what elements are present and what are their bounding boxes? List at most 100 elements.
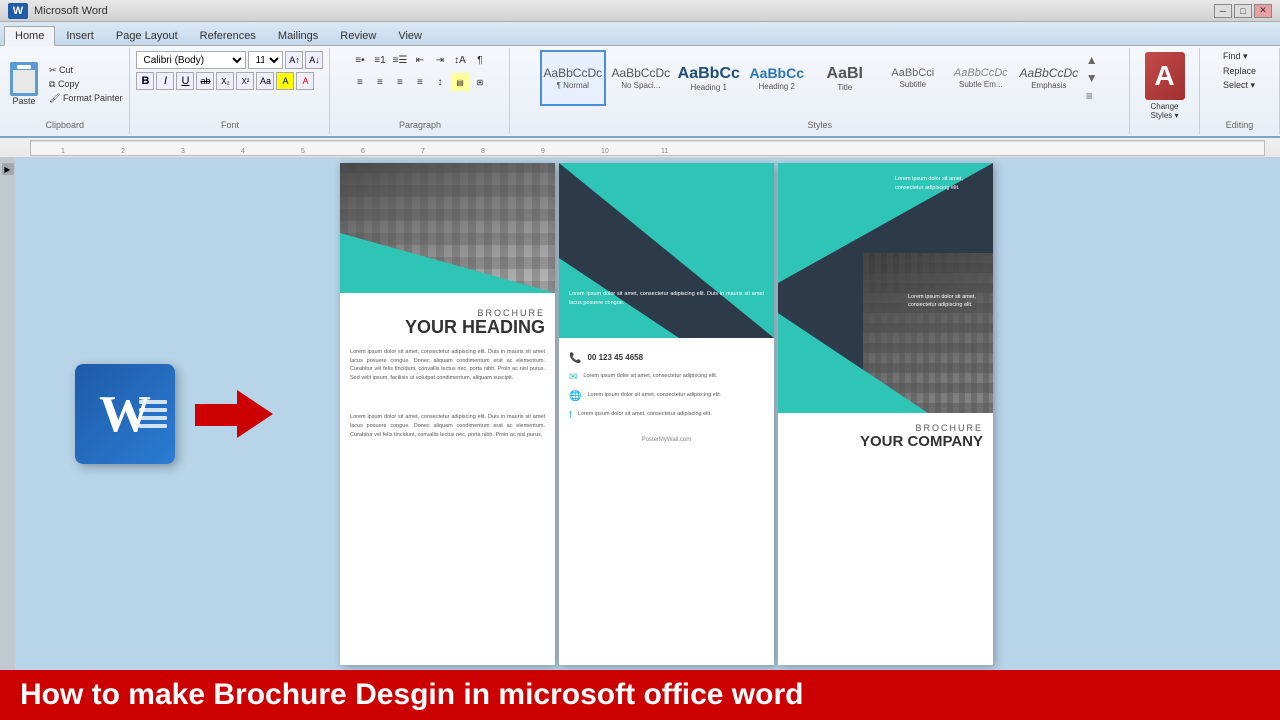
- borders-button[interactable]: ⊞: [471, 73, 489, 91]
- font-size-select[interactable]: 11: [248, 51, 283, 69]
- svg-text:10: 10: [601, 148, 609, 155]
- page1-body-text: Lorem ipsum dolor sit amet, consectetur …: [340, 343, 555, 388]
- page2-contact-section: 📞 00 123 45 4658 ✉ Lorem ipsum dolor sit…: [559, 338, 774, 434]
- select-button[interactable]: Select ▾: [1220, 79, 1258, 92]
- align-center-button[interactable]: ≡: [371, 73, 389, 91]
- teal-bottom-left: [778, 313, 928, 413]
- clipboard-label: Clipboard: [45, 118, 84, 132]
- style-emphasis-preview: AaBbCcDc: [1019, 66, 1078, 80]
- style-emphasis[interactable]: AaBbCcDc Emphasis: [1016, 50, 1082, 106]
- styles-label: Styles: [807, 118, 832, 132]
- phone-info: 00 123 45 4658: [587, 353, 643, 362]
- word-logo-line: [139, 408, 167, 412]
- style-emphasis-label: Emphasis: [1031, 81, 1066, 90]
- clipboard-small-buttons: ✂ Cut ⧉ Copy 🖌 Format Painter: [46, 64, 125, 105]
- align-right-button[interactable]: ≡: [391, 73, 409, 91]
- page1-body-text2: Lorem ipsum dolor sit amet, consectetur …: [340, 408, 555, 444]
- page3-company-name: YOUR COMPANY: [788, 433, 983, 450]
- strikethrough-button[interactable]: ab: [196, 72, 214, 90]
- font-color-button[interactable]: A: [296, 72, 314, 90]
- clipboard-group: Paste ✂ Cut ⧉ Copy 🖌 Format Painter Clip…: [0, 48, 130, 134]
- replace-button[interactable]: Replace: [1220, 65, 1259, 77]
- increase-indent-button[interactable]: ⇥: [431, 51, 449, 69]
- ruler: 12 34 56 78 910 11: [0, 138, 1280, 158]
- show-hide-button[interactable]: ¶: [471, 51, 489, 69]
- style-subtitle-label: Subtitle: [899, 80, 926, 89]
- style-subtle-emphasis-label: Subtle Em...: [959, 80, 1003, 89]
- change-styles-button[interactable]: A ChangeStyles ▾: [1137, 50, 1193, 122]
- email-icon: ✉: [569, 372, 577, 383]
- cut-button[interactable]: ✂ Cut: [46, 64, 125, 77]
- page3-top-text: Lorem ipsum dolor sit amet, consectetur …: [895, 175, 985, 193]
- editing-group: Find ▾ Replace Select ▾ Editing: [1200, 48, 1280, 134]
- format-painter-button[interactable]: 🖌 Format Painter: [46, 92, 125, 105]
- change-styles-icon: A: [1145, 52, 1185, 100]
- brochure-container: BROCHURE YOUR HEADING Lorem ipsum dolor …: [340, 163, 993, 665]
- social-icon: f: [569, 410, 572, 421]
- maximize-button[interactable]: □: [1234, 4, 1252, 18]
- arrow-head: [237, 390, 273, 438]
- style-no-spacing[interactable]: AaBbCcDc No Spaci...: [608, 50, 674, 106]
- clear-format-button[interactable]: Aa: [256, 72, 274, 90]
- font-name-row: Calibri (Body) 11 A↑ A↓: [136, 51, 323, 69]
- tab-view[interactable]: View: [387, 26, 433, 45]
- page1-heading-area: BROCHURE YOUR HEADING: [340, 293, 555, 343]
- tab-page-layout[interactable]: Page Layout: [105, 26, 189, 45]
- style-normal[interactable]: AaBbCcDc ¶ Normal: [540, 50, 606, 106]
- tab-references[interactable]: References: [189, 26, 267, 45]
- style-heading1-label: Heading 1: [691, 83, 727, 92]
- multilevel-button[interactable]: ≡☰: [391, 51, 409, 69]
- italic-button[interactable]: I: [156, 72, 174, 90]
- align-left-button[interactable]: ≡: [351, 73, 369, 91]
- decrease-indent-button[interactable]: ⇤: [411, 51, 429, 69]
- find-button[interactable]: Find ▾: [1220, 50, 1251, 63]
- font-format-row: B I U ab X₂ X² Aa A A: [136, 72, 314, 90]
- line-spacing-button[interactable]: ↕: [431, 73, 449, 91]
- styles-more[interactable]: ≡: [1084, 87, 1100, 105]
- style-title[interactable]: AaBI Title: [812, 50, 878, 106]
- sidebar-left-btn[interactable]: ▶: [2, 163, 14, 175]
- minimize-button[interactable]: ─: [1214, 4, 1232, 18]
- justify-button[interactable]: ≡: [411, 73, 429, 91]
- style-subtle-emphasis[interactable]: AaBbCcDc Subtle Em...: [948, 50, 1014, 106]
- bullets-button[interactable]: ≡•: [351, 51, 369, 69]
- title-bar-left: W Microsoft Word: [8, 3, 108, 19]
- copy-button[interactable]: ⧉ Copy: [46, 78, 125, 91]
- phone-icon: 📞: [569, 353, 581, 364]
- bold-button[interactable]: B: [136, 72, 154, 90]
- postermywall-label: PosterMyWall.com: [559, 434, 774, 446]
- superscript-button[interactable]: X²: [236, 72, 254, 90]
- numbering-button[interactable]: ≡1: [371, 51, 389, 69]
- web-icon: 🌐: [569, 391, 581, 402]
- tab-review[interactable]: Review: [329, 26, 387, 45]
- close-button[interactable]: ✕: [1254, 4, 1272, 18]
- svg-text:11: 11: [661, 148, 668, 155]
- style-no-spacing-preview: AaBbCcDc: [611, 66, 670, 80]
- tab-home[interactable]: Home: [4, 26, 55, 46]
- page1-building-image: [340, 163, 555, 293]
- sort-button[interactable]: ↕A: [451, 51, 469, 69]
- highlight-button[interactable]: A: [276, 72, 294, 90]
- subscript-button[interactable]: X₂: [216, 72, 234, 90]
- style-subtle-emphasis-preview: AaBbCcDc: [954, 67, 1008, 80]
- font-content: Calibri (Body) 11 A↑ A↓ B I U ab X₂ X² A…: [136, 50, 323, 118]
- contact-phone-item: 📞 00 123 45 4658: [569, 353, 764, 364]
- style-heading2[interactable]: AaBbCc Heading 2: [744, 50, 810, 106]
- font-name-select[interactable]: Calibri (Body): [136, 51, 246, 69]
- svg-text:9: 9: [541, 148, 545, 155]
- style-heading1[interactable]: AaBbCc Heading 1: [676, 50, 742, 106]
- tab-insert[interactable]: Insert: [55, 26, 105, 45]
- underline-button[interactable]: U: [176, 72, 194, 90]
- paste-button[interactable]: Paste: [4, 60, 44, 108]
- main-area: ▶ W: [0, 158, 1280, 670]
- grow-font-button[interactable]: A↑: [285, 51, 303, 69]
- shading-button[interactable]: ▤: [451, 73, 469, 91]
- word-logo-line: [139, 400, 167, 404]
- tab-mailings[interactable]: Mailings: [267, 26, 329, 45]
- styles-scroll-up[interactable]: ▲: [1084, 51, 1100, 69]
- change-styles-group: A ChangeStyles ▾: [1130, 48, 1200, 134]
- style-subtitle[interactable]: AaBbCci Subtitle: [880, 50, 946, 106]
- styles-scroll-down[interactable]: ▼: [1084, 69, 1100, 87]
- document-area: BROCHURE YOUR HEADING Lorem ipsum dolor …: [335, 158, 1280, 670]
- shrink-font-button[interactable]: A↓: [305, 51, 323, 69]
